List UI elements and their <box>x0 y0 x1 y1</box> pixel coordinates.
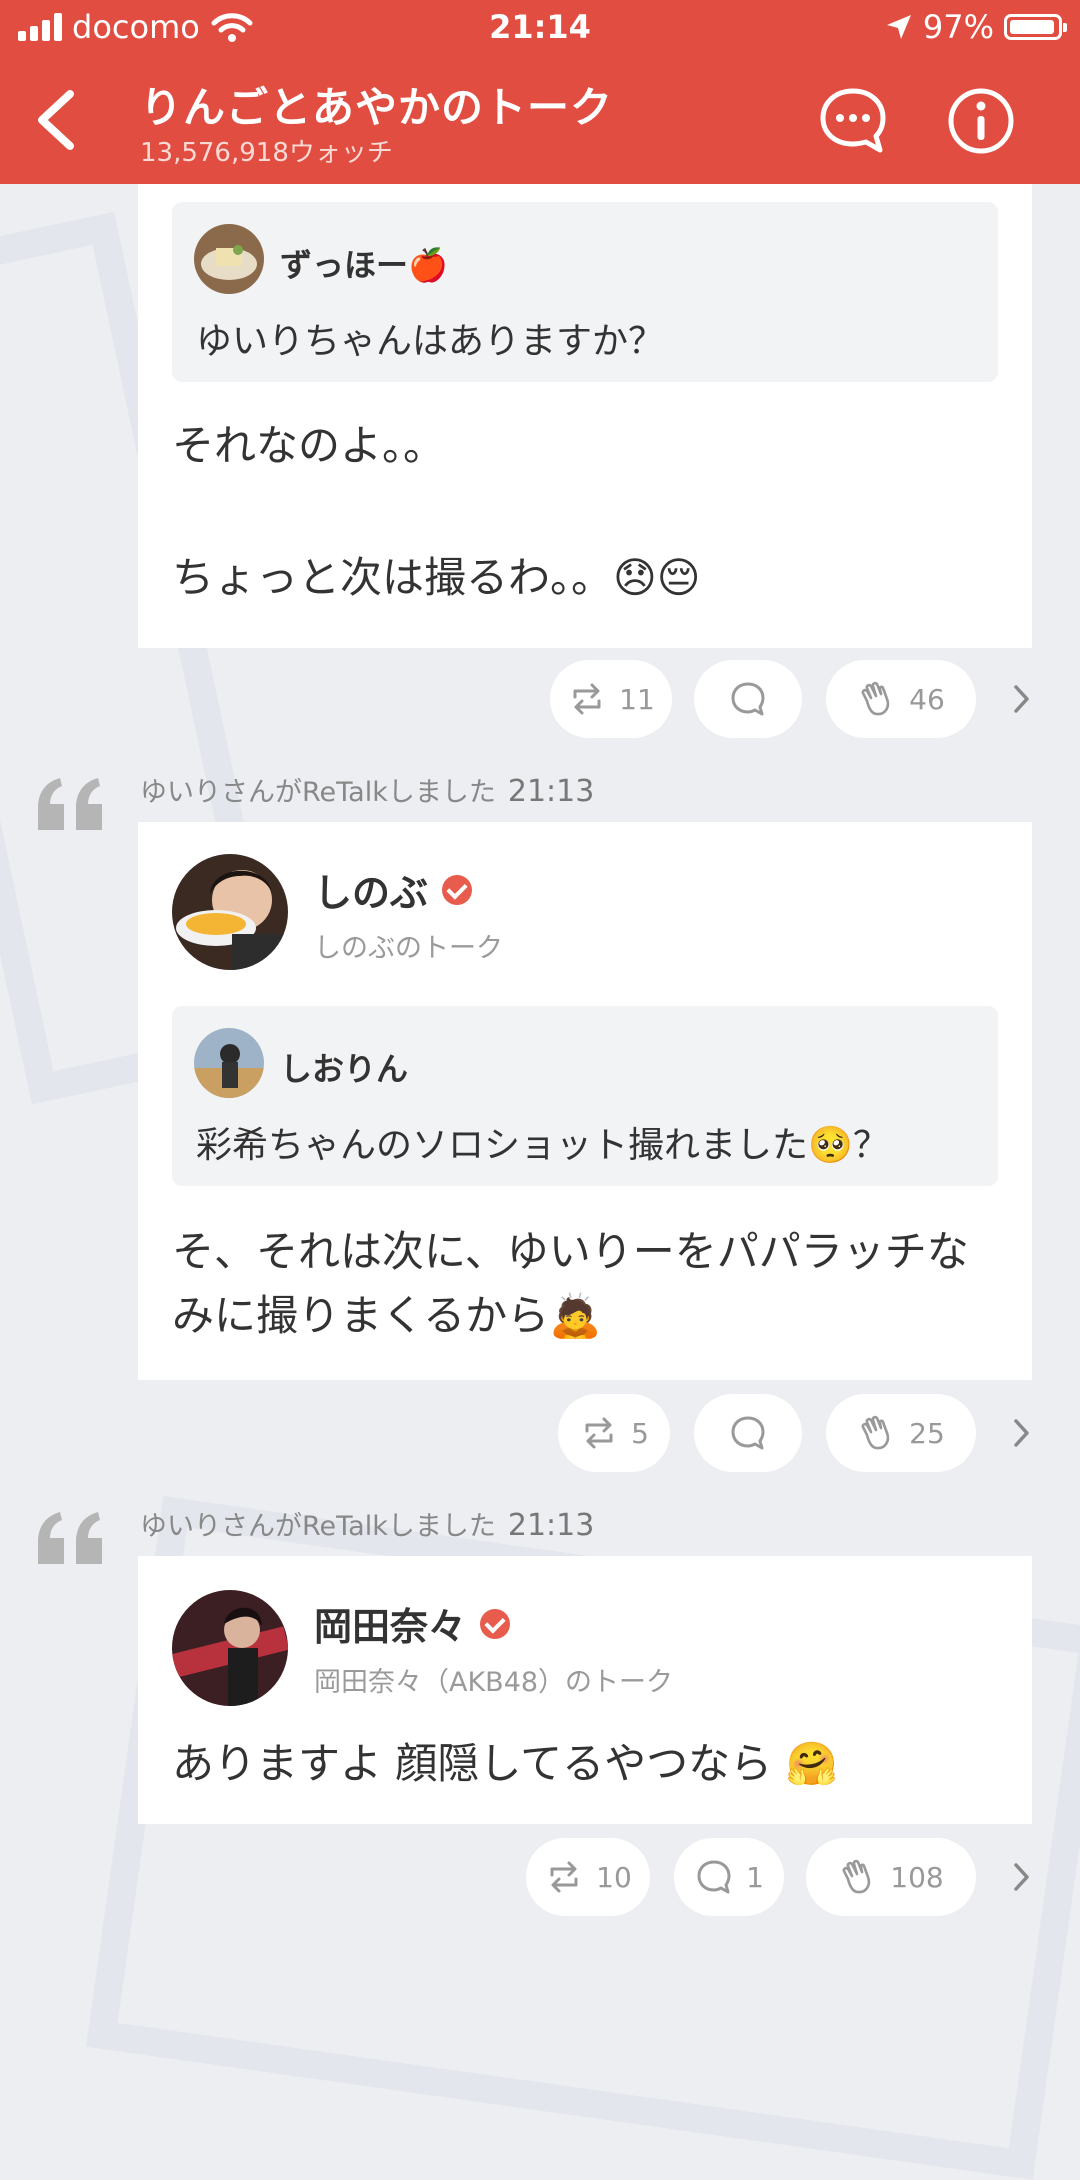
clap-icon <box>861 1415 890 1450</box>
comment-button[interactable] <box>694 660 802 738</box>
comment-button[interactable] <box>694 1394 802 1472</box>
quoted-text: 彩希ちゃんのソロショット撮れました🥺？ <box>196 1125 889 1166</box>
quoted-author: ずっほー🍎 <box>280 246 448 284</box>
chevron-right-icon[interactable] <box>1008 1860 1034 1894</box>
retalk-time: 21:13 <box>507 774 595 809</box>
retalk-count: 5 <box>631 1416 649 1450</box>
quoted-author: しおりん <box>280 1050 409 1088</box>
quoted-post[interactable]: しおりん 彩希ちゃんのソロショット撮れました🥺？ <box>172 1006 998 1186</box>
retalk-header: ゆいりさんがReTalkしました 21:13 <box>140 1504 594 1543</box>
avatar[interactable] <box>194 1028 264 1098</box>
verified-badge-icon <box>480 1608 511 1639</box>
quoted-text: ゆいりちゃんはありますか？ <box>196 321 665 362</box>
retalk-button[interactable]: 5 <box>558 1394 670 1472</box>
comment-icon <box>731 1416 765 1450</box>
message-text: ありますよ 顔隠してるやつなら 🤗 <box>172 1739 838 1788</box>
chevron-right-icon[interactable] <box>1008 682 1034 716</box>
retalk-label: ゆいりさんがReTalkしました <box>140 777 496 808</box>
quote-mark-icon <box>38 778 102 830</box>
avatar[interactable] <box>194 224 264 294</box>
retalk-icon <box>573 683 601 715</box>
retalk-button[interactable]: 10 <box>526 1838 650 1916</box>
avatar[interactable] <box>172 854 288 970</box>
clap-button[interactable]: 25 <box>826 1394 976 1472</box>
status-bar: docomo 21:14 97% <box>0 0 1080 56</box>
clap-count: 108 <box>890 1860 944 1894</box>
retalk-icon <box>585 1417 613 1449</box>
message-text: そ、それは次に、ゆいりーをパパラッチなみに撮りまくるから🙇 <box>172 1227 969 1340</box>
clap-icon <box>842 1859 871 1894</box>
retalk-icon <box>550 1861 578 1893</box>
back-chevron-icon[interactable] <box>28 86 88 154</box>
clap-icon <box>861 681 890 716</box>
comment-button[interactable]: 1 <box>674 1838 784 1916</box>
avatar[interactable] <box>172 1590 288 1706</box>
comment-icon <box>731 682 765 716</box>
retalk-time: 21:13 <box>507 1508 595 1543</box>
chat-bubble-icon[interactable] <box>818 86 888 156</box>
author-label: 岡田奈々 <box>314 1605 467 1649</box>
retalk-button[interactable]: 11 <box>550 660 672 738</box>
talk-name[interactable]: しのぶのトーク <box>314 926 503 965</box>
clap-button[interactable]: 108 <box>806 1838 976 1916</box>
page-title: りんごとあやかのトーク <box>140 83 614 132</box>
retalk-label: ゆいりさんがReTalkしました <box>140 1511 496 1542</box>
clap-count: 25 <box>909 1416 945 1450</box>
post-card: 岡田奈々 岡田奈々（AKB48）のトーク ありますよ 顔隠してるやつなら 🤗 <box>138 1556 1032 1824</box>
author-name[interactable]: 岡田奈々 <box>314 1596 511 1651</box>
message-text: ちょっと次は撮るわ。。😞😔 <box>172 553 701 602</box>
clap-button[interactable]: 46 <box>826 660 976 738</box>
comment-icon <box>697 1860 731 1894</box>
retalk-header: ゆいりさんがReTalkしました 21:13 <box>140 770 594 809</box>
message-text: それなのよ。。 <box>172 421 446 470</box>
battery-percent: 97% <box>922 8 994 46</box>
post-card: しのぶ しのぶのトーク しおりん 彩希ちゃんのソロショット撮れました🥺？ そ、そ… <box>138 822 1032 1380</box>
battery-icon <box>1004 14 1067 40</box>
location-arrow-icon <box>886 15 911 39</box>
verified-badge-icon <box>442 874 473 905</box>
retalk-count: 10 <box>596 1860 632 1894</box>
clap-count: 46 <box>909 682 945 716</box>
quote-mark-icon <box>38 1512 102 1564</box>
watch-count: 13,576,918ウォッチ <box>140 138 393 168</box>
author-name[interactable]: しのぶ <box>314 862 473 917</box>
post-card: ずっほー🍎 ゆいりちゃんはありますか？ それなのよ。。 ちょっと次は撮るわ。。😞… <box>138 184 1032 648</box>
info-icon[interactable] <box>946 86 1016 156</box>
quoted-post[interactable]: ずっほー🍎 ゆいりちゃんはありますか？ <box>172 202 998 382</box>
comment-count: 1 <box>746 1860 764 1894</box>
author-label: しのぶ <box>314 871 429 915</box>
chevron-right-icon[interactable] <box>1008 1416 1034 1450</box>
navigation-bar: りんごとあやかのトーク 13,576,918ウォッチ <box>0 56 1080 184</box>
talk-name[interactable]: 岡田奈々（AKB48）のトーク <box>314 1660 673 1699</box>
retalk-count: 11 <box>619 682 655 716</box>
